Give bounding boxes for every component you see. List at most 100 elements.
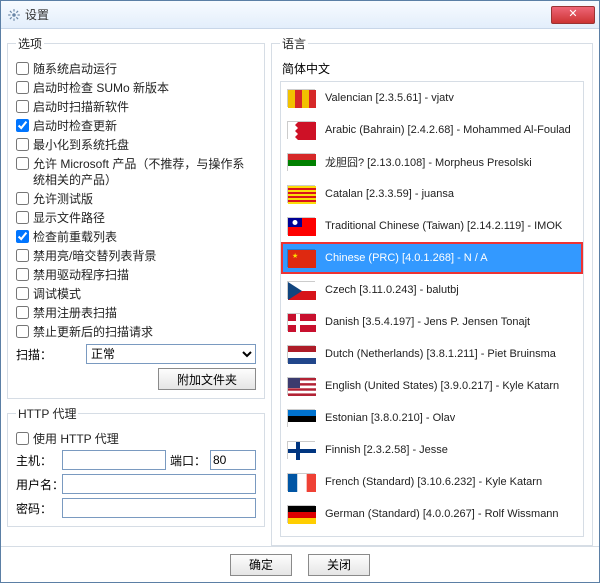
http-legend: HTTP 代理 [16,405,78,422]
language-label: Danish [3.5.4.197] - Jens P. Jensen Tona… [325,316,530,328]
flag-icon [287,377,315,395]
option-checkbox[interactable] [16,192,29,205]
language-label: Estonian [3.8.0.210] - Olav [325,412,455,424]
language-current: 简体中文 [280,58,584,81]
option-checkbox[interactable] [16,100,29,113]
footer: 确定 关闭 [1,546,599,582]
language-item[interactable]: Catalan [2.3.3.59] - juansa [281,178,583,210]
option-label: 禁用注册表扫描 [33,305,117,321]
language-fieldset: 语言 简体中文 Valencian [2.3.5.61] - vjatv Arab… [271,35,593,546]
language-item[interactable]: French (Standard) [3.10.6.232] - Kyle Ka… [281,466,583,498]
options-fieldset: 选项 随系统启动运行启动时检查 SUMo 新版本启动时扫描新软件启动时检查更新最… [7,35,265,399]
option-checkbox[interactable] [16,157,29,170]
language-item[interactable]: Estonian [3.8.0.210] - Olav [281,402,583,434]
flag-icon [287,153,315,171]
language-item[interactable]: ✡Hebrew [3.13.1.255] - peterg [281,530,583,537]
option-row: 启动时检查更新 [16,118,256,134]
port-label: 端口： [170,452,206,469]
cancel-button[interactable]: 关闭 [308,554,370,576]
language-item[interactable]: English (United States) [3.9.0.217] - Ky… [281,370,583,402]
option-checkbox[interactable] [16,138,29,151]
language-item[interactable]: Finnish [2.3.2.58] - Jesse [281,434,583,466]
language-label: Valencian [2.3.5.61] - vjatv [325,92,454,104]
option-checkbox[interactable] [16,325,29,338]
flag-icon [287,441,315,459]
close-window-button[interactable]: ✕ [551,6,595,24]
language-item[interactable]: Danish [3.5.4.197] - Jens P. Jensen Tona… [281,306,583,338]
language-item[interactable]: Czech [3.11.0.243] - balutbj [281,274,583,306]
option-row: 启动时扫描新软件 [16,99,256,115]
language-label: German (Standard) [4.0.0.267] - Rolf Wis… [325,508,559,520]
option-checkbox[interactable] [16,62,29,75]
user-input[interactable] [62,474,256,494]
flag-icon [287,345,315,363]
ok-button[interactable]: 确定 [230,554,292,576]
language-item[interactable]: German (Standard) [4.0.0.267] - Rolf Wis… [281,498,583,530]
language-label: Finnish [2.3.2.58] - Jesse [325,444,448,456]
language-list[interactable]: Valencian [2.3.5.61] - vjatv Arabic (Bahr… [280,81,584,537]
option-label: 启动时检查 SUMo 新版本 [33,80,169,96]
language-item[interactable]: ★ Chinese (PRC) [4.0.1.268] - N / A [281,242,583,274]
option-checkbox[interactable] [16,249,29,262]
option-row: 启动时检查 SUMo 新版本 [16,80,256,96]
option-label: 禁止更新后的扫描请求 [33,324,153,340]
option-label: 允许测试版 [33,191,93,207]
titlebar[interactable]: 设置 ✕ [1,1,599,29]
option-checkbox[interactable] [16,306,29,319]
scan-select[interactable]: 正常 [86,344,256,364]
option-label: 显示文件路径 [33,210,105,226]
option-row: 允许测试版 [16,191,256,207]
option-checkbox[interactable] [16,119,29,132]
use-http-checkbox[interactable] [16,432,29,445]
use-http-label: 使用 HTTP 代理 [33,431,119,447]
option-label: 调试模式 [33,286,81,302]
option-label: 禁用驱动程序扫描 [33,267,129,283]
option-label: 随系统启动运行 [33,61,117,77]
option-label: 检查前重载列表 [33,229,117,245]
option-row: 禁用注册表扫描 [16,305,256,321]
host-input[interactable] [62,450,166,470]
language-label: Traditional Chinese (Taiwan) [2.14.2.119… [325,220,562,232]
flag-icon [287,121,315,139]
flag-icon [287,281,315,299]
flag-icon [287,217,315,235]
user-label: 用户名： [16,476,58,493]
option-label: 允许 Microsoft 产品（不推荐，与操作系统相关的产品） [33,156,256,188]
add-folder-button[interactable]: 附加文件夹 [158,368,256,390]
option-checkbox[interactable] [16,81,29,94]
language-label: French (Standard) [3.10.6.232] - Kyle Ka… [325,476,542,488]
language-item[interactable]: Dutch (Netherlands) [3.8.1.211] - Piet B… [281,338,583,370]
option-row: 检查前重载列表 [16,229,256,245]
pass-input[interactable] [62,498,256,518]
port-input[interactable] [210,450,256,470]
pass-label: 密码： [16,500,58,517]
language-item[interactable]: 龙胆囧? [2.13.0.108] - Morpheus Presolski [281,146,583,178]
option-row: 禁用亮/暗交替列表背景 [16,248,256,264]
language-legend: 语言 [280,35,308,52]
language-item[interactable]: Arabic (Bahrain) [2.4.2.68] - Mohammed A… [281,114,583,146]
language-label: Dutch (Netherlands) [3.8.1.211] - Piet B… [325,348,556,360]
option-checkbox[interactable] [16,230,29,243]
flag-icon: ★ [287,249,315,267]
left-column: 选项 随系统启动运行启动时检查 SUMo 新版本启动时扫描新软件启动时检查更新最… [7,35,265,546]
option-row: 显示文件路径 [16,210,256,226]
language-label: English (United States) [3.9.0.217] - Ky… [325,380,559,392]
option-row: 随系统启动运行 [16,61,256,77]
option-checkbox[interactable] [16,287,29,300]
language-item[interactable]: Valencian [2.3.5.61] - vjatv [281,82,583,114]
scan-label: 扫描： [16,346,86,363]
flag-icon [287,473,315,491]
flag-icon [287,505,315,523]
language-label: Chinese (PRC) [4.0.1.268] - N / A [325,252,488,264]
option-label: 启动时检查更新 [33,118,117,134]
language-label: 龙胆囧? [2.13.0.108] - Morpheus Presolski [325,154,532,170]
options-legend: 选项 [16,35,44,52]
option-checkbox[interactable] [16,211,29,224]
svg-text:★: ★ [292,252,298,260]
http-proxy-fieldset: HTTP 代理 使用 HTTP 代理 主机： 端口： 用户名： 密码： [7,405,265,527]
option-checkbox[interactable] [16,268,29,281]
option-row: 调试模式 [16,286,256,302]
language-item[interactable]: Traditional Chinese (Taiwan) [2.14.2.119… [281,210,583,242]
gear-icon [7,8,21,22]
option-label: 启动时扫描新软件 [33,99,129,115]
